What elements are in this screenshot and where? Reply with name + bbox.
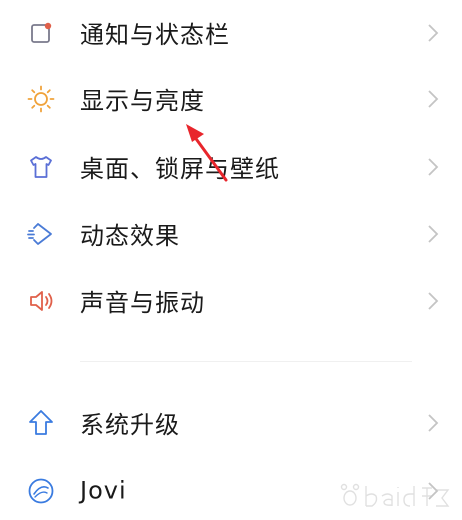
settings-item-display-brightness[interactable]: 显示与亮度 [0,66,462,132]
settings-item-jovi[interactable]: Jovi [0,458,462,520]
speaker-icon [26,286,56,316]
notification-square-icon [26,18,56,48]
settings-item-label: 通知与状态栏 [80,20,230,49]
settings-item-notification-status-bar[interactable]: 通知与状态栏 [0,0,462,66]
settings-item-label: 动态效果 [80,221,180,250]
section-divider [80,361,412,362]
settings-screen: 通知与状态栏 显示与亮度 桌面、锁屏与壁纸 动态效果 声音与振动 系统升级 Jo… [0,0,462,520]
settings-item-label: Jovi [80,476,127,505]
tshirt-icon [26,152,56,182]
settings-item-desktop-lockscreen-wallpaper[interactable]: 桌面、锁屏与壁纸 [0,134,462,200]
motion-diamond-icon [26,219,56,249]
settings-item-label: 桌面、锁屏与壁纸 [80,154,280,183]
settings-item-label: 声音与振动 [80,288,205,317]
chevron-right-icon [426,156,440,178]
settings-item-motion-effects[interactable]: 动态效果 [0,201,462,267]
chevron-right-icon [426,22,440,44]
settings-item-sound-vibration[interactable]: 声音与振动 [0,268,462,334]
up-arrow-icon [26,408,56,438]
sun-icon [26,84,56,114]
chevron-right-icon [426,480,440,502]
settings-item-system-update[interactable]: 系统升级 [0,390,462,456]
settings-item-label: 显示与亮度 [80,86,205,115]
chevron-right-icon [426,412,440,434]
jovi-icon [26,476,56,506]
settings-item-label: 系统升级 [80,410,180,439]
chevron-right-icon [426,290,440,312]
chevron-right-icon [426,223,440,245]
chevron-right-icon [426,88,440,110]
